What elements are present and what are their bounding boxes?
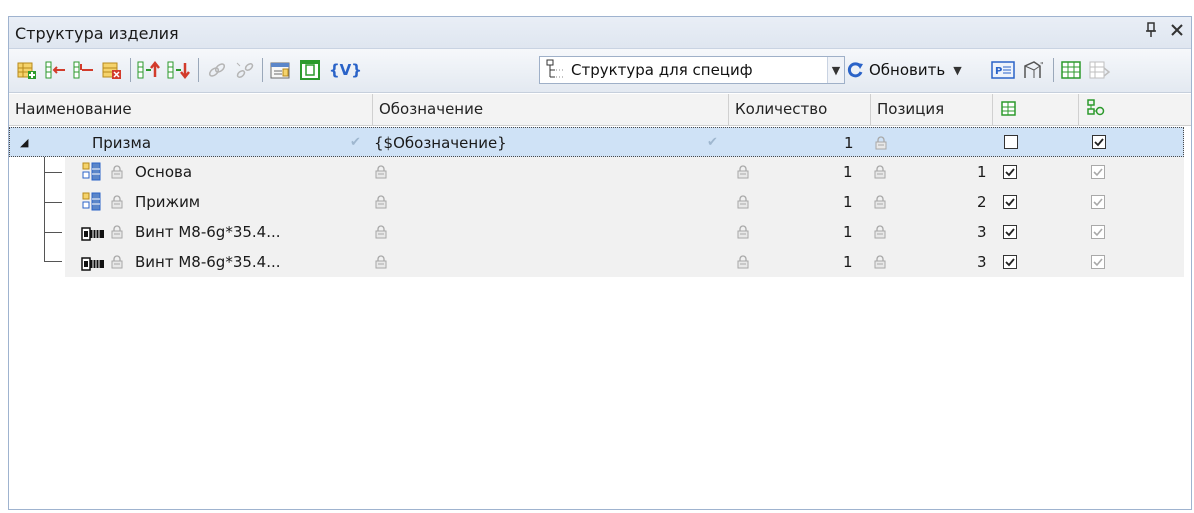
column-header-in-assembly[interactable]	[1079, 94, 1184, 125]
add-component-icon[interactable]	[17, 58, 37, 82]
spec-checkbox[interactable]	[1003, 255, 1017, 269]
report-icon[interactable]: P	[991, 58, 1015, 82]
assembly-checkbox	[1091, 255, 1105, 269]
row-position: 2	[977, 193, 987, 211]
row-quantity: 1	[844, 134, 854, 152]
lock-icon	[737, 195, 749, 209]
row-position: 3	[977, 253, 987, 271]
row-name: Винт М8-6g*35.4...	[135, 223, 281, 241]
move-up-icon[interactable]	[137, 58, 161, 82]
lock-icon	[375, 195, 387, 209]
checkmark-icon: ✔	[707, 135, 718, 150]
standard-part-icon	[81, 223, 105, 243]
assembly-checkbox[interactable]	[1092, 135, 1106, 149]
lock-icon	[737, 255, 749, 269]
panel-titlebar: Структура изделия	[9, 17, 1191, 49]
standard-part-icon	[81, 253, 105, 273]
row-designation: {$Обозначение}	[374, 134, 507, 152]
lock-icon	[111, 165, 123, 179]
spec-checkbox[interactable]	[1004, 135, 1018, 149]
row-name: Основа	[135, 163, 193, 181]
checkmark-icon: ✔	[350, 135, 361, 150]
lock-icon	[874, 225, 886, 239]
table-row[interactable]: Прижим 1 2	[65, 187, 1184, 217]
part-icon	[81, 191, 103, 213]
lock-icon	[737, 165, 749, 179]
structure-tree-icon	[545, 59, 567, 81]
insert-before-icon[interactable]	[45, 58, 67, 82]
toolbar: {V} Структура для специф ▼ Обновить ▼ P …	[9, 49, 1191, 93]
assembly-checkbox	[1091, 165, 1105, 179]
insert-after-icon[interactable]	[73, 58, 95, 82]
table-row[interactable]: ◢ Призма ✔ {$Обозначение} ✔ 1	[9, 127, 1184, 157]
row-quantity: 1	[843, 223, 853, 241]
structure-panel: Структура изделия {V} Структура для спец…	[8, 16, 1192, 510]
table-icon[interactable]	[1061, 58, 1083, 82]
model-icon[interactable]: "	[1022, 58, 1046, 82]
lock-icon	[111, 225, 123, 239]
refresh-label: Обновить	[869, 61, 946, 79]
part-icon	[81, 161, 103, 183]
table-row[interactable]: Основа 1 1	[65, 157, 1184, 187]
lock-icon	[375, 255, 387, 269]
lock-icon	[737, 225, 749, 239]
row-quantity: 1	[843, 163, 853, 181]
spec-checkbox[interactable]	[1003, 165, 1017, 179]
lock-icon	[875, 136, 887, 150]
grid-header: Наименование Обозначение Количество Пози…	[9, 94, 1191, 126]
lock-icon	[874, 195, 886, 209]
unlink-icon[interactable]	[234, 58, 256, 82]
structure-combo[interactable]: Структура для специф ▼	[539, 56, 845, 84]
row-position: 1	[977, 163, 987, 181]
spec-table-icon	[1001, 97, 1017, 128]
row-name: Прижим	[135, 193, 201, 211]
assembly-checkbox	[1091, 225, 1105, 239]
link-icon[interactable]	[206, 58, 228, 82]
refresh-icon	[845, 60, 865, 80]
lock-icon	[874, 165, 886, 179]
lock-icon	[375, 225, 387, 239]
lock-icon	[874, 255, 886, 269]
row-name: Призма	[92, 134, 152, 152]
table-row[interactable]: Винт М8-6g*35.4... 1 3	[65, 247, 1184, 277]
table-export-icon[interactable]	[1089, 58, 1111, 82]
assembly-checkbox	[1091, 195, 1105, 209]
properties-icon[interactable]	[270, 58, 292, 82]
spec-checkbox[interactable]	[1003, 195, 1017, 209]
panel-title: Структура изделия	[15, 24, 179, 43]
column-header-name[interactable]: Наименование	[9, 94, 373, 125]
row-name: Винт М8-6g*35.4...	[135, 253, 281, 271]
column-header-designation[interactable]: Обозначение	[373, 94, 729, 125]
variables-icon[interactable]: {V}	[329, 58, 362, 82]
collapse-triangle-icon[interactable]: ◢	[20, 128, 28, 158]
svg-text:P: P	[995, 66, 1002, 77]
lock-icon	[375, 165, 387, 179]
chevron-down-icon[interactable]: ▼	[827, 57, 844, 83]
move-down-icon[interactable]	[167, 58, 191, 82]
row-position: 3	[977, 223, 987, 241]
column-header-position[interactable]: Позиция	[871, 94, 993, 125]
refresh-button[interactable]: Обновить ▼	[845, 58, 962, 82]
row-quantity: 1	[843, 253, 853, 271]
column-header-in-spec[interactable]	[993, 94, 1079, 125]
svg-text:": "	[1040, 61, 1044, 70]
table-row[interactable]: Винт М8-6g*35.4... 1 3	[65, 217, 1184, 247]
delete-component-icon[interactable]	[102, 58, 122, 82]
frame-icon[interactable]	[300, 58, 322, 82]
row-quantity: 1	[843, 193, 853, 211]
lock-icon	[111, 195, 123, 209]
column-header-quantity[interactable]: Количество	[729, 94, 871, 125]
structure-combo-value: Структура для специф	[571, 61, 753, 79]
pin-icon[interactable]	[1143, 21, 1159, 41]
lock-icon	[111, 255, 123, 269]
spec-checkbox[interactable]	[1003, 225, 1017, 239]
close-icon[interactable]	[1169, 21, 1185, 41]
refresh-dropdown-icon[interactable]: ▼	[953, 64, 961, 77]
assembly-link-icon	[1087, 97, 1105, 128]
